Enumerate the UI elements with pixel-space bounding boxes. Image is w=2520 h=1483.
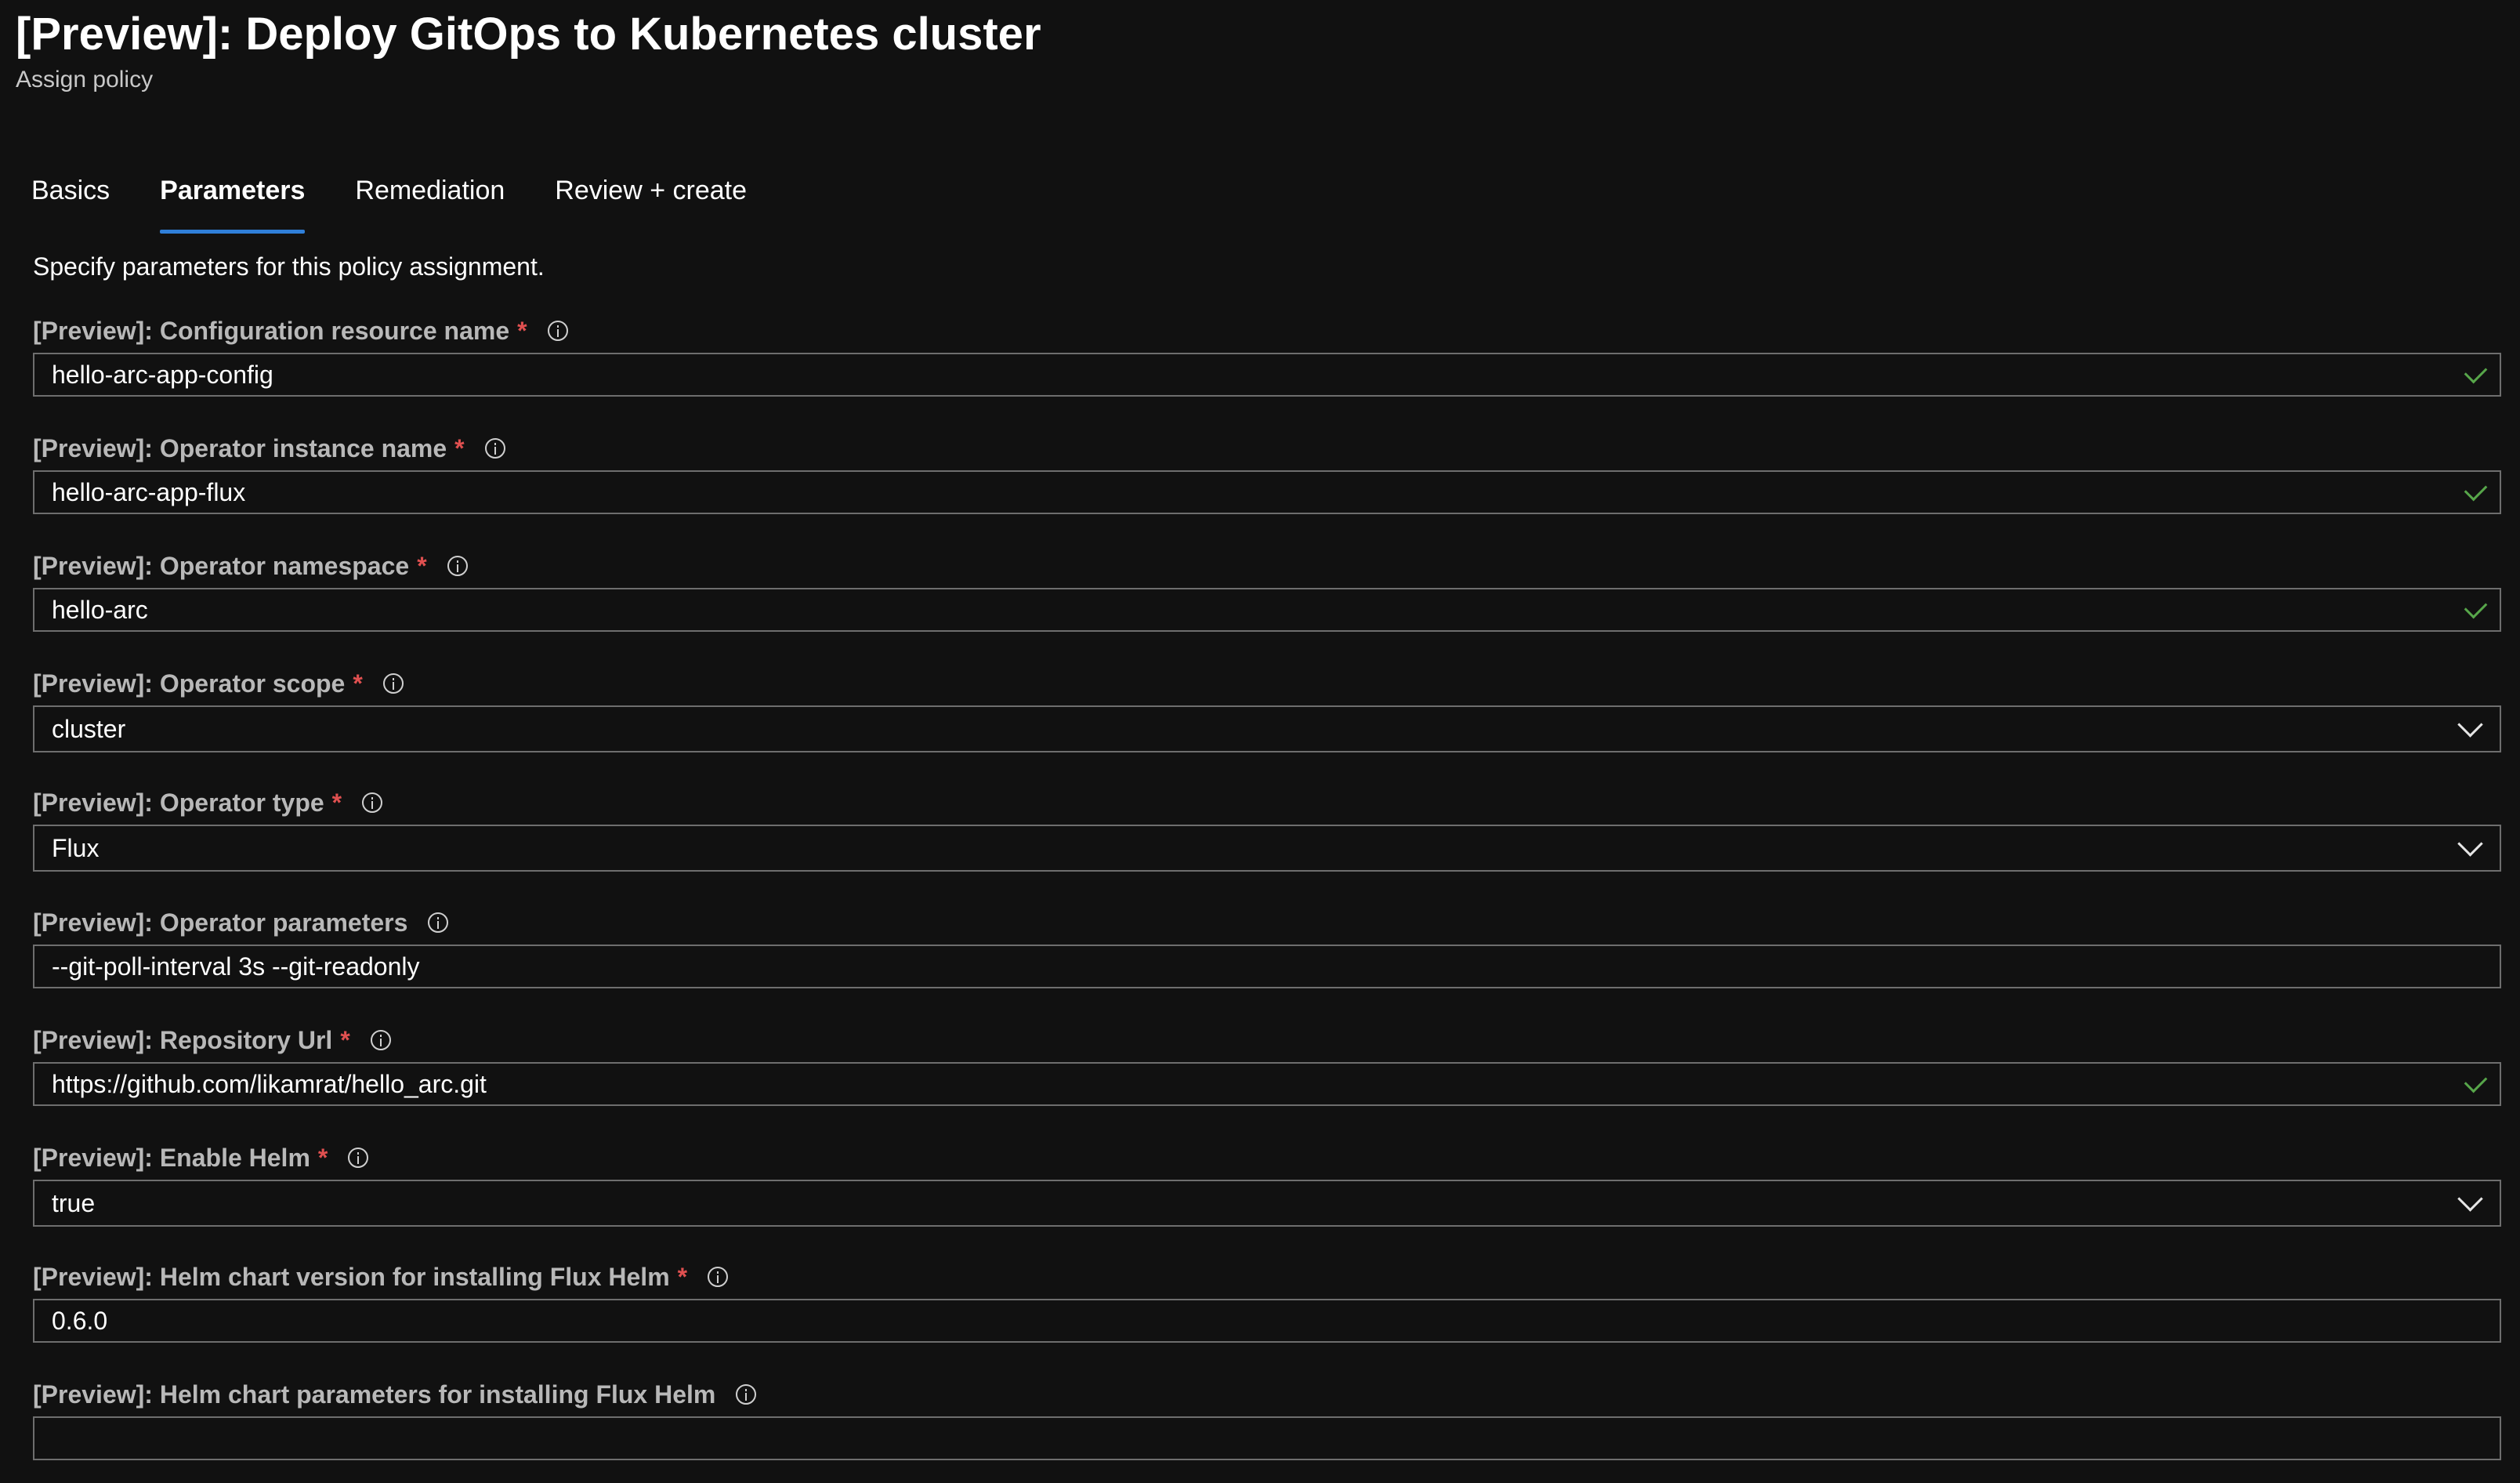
checkmark-icon — [2464, 595, 2488, 618]
input-value: --git-poll-interval 3s --git-readonly — [52, 952, 420, 981]
info-icon[interactable] — [362, 792, 383, 813]
required-marker: * — [340, 1026, 350, 1054]
info-icon[interactable] — [447, 556, 468, 576]
checkmark-icon — [2464, 360, 2488, 383]
tab-parameters[interactable]: Parameters — [160, 166, 306, 234]
required-marker: * — [331, 789, 342, 817]
field-operator-parameters: [Preview]: Operator parameters --git-pol… — [33, 905, 2501, 988]
info-icon[interactable] — [547, 321, 568, 341]
field-label: [Preview]: Configuration resource name — [33, 317, 510, 345]
info-icon[interactable] — [370, 1030, 391, 1050]
intro-text: Specify parameters for this policy assig… — [33, 252, 545, 281]
field-operator-scope: [Preview]: Operator scope * cluster — [33, 666, 2501, 752]
chevron-down-icon — [2457, 711, 2483, 738]
field-label: [Preview]: Helm chart parameters for ins… — [33, 1380, 716, 1409]
field-label: [Preview]: Helm chart version for instal… — [33, 1263, 670, 1291]
repository-url-input[interactable]: https://github.com/likamrat/hello_arc.gi… — [33, 1062, 2501, 1106]
tab-remediation[interactable]: Remediation — [355, 166, 505, 226]
field-label-row: [Preview]: Operator scope * — [33, 666, 2501, 701]
field-helm-chart-version: [Preview]: Helm chart version for instal… — [33, 1260, 2501, 1343]
dropdown-value: Flux — [52, 833, 100, 862]
field-label: [Preview]: Enable Helm — [33, 1144, 310, 1172]
page-title: [Preview]: Deploy GitOps to Kubernetes c… — [16, 9, 1041, 60]
info-icon[interactable] — [708, 1267, 729, 1287]
field-enable-helm: [Preview]: Enable Helm * true — [33, 1140, 2501, 1227]
tab-review-create[interactable]: Review + create — [555, 166, 747, 226]
page-header: [Preview]: Deploy GitOps to Kubernetes c… — [16, 3, 1041, 94]
field-label-row: [Preview]: Enable Helm * — [33, 1140, 2501, 1175]
field-label-row: [Preview]: Operator namespace * — [33, 549, 2501, 583]
configuration-resource-name-input[interactable]: hello-arc-app-config — [33, 353, 2501, 397]
field-label: [Preview]: Operator namespace — [33, 552, 410, 580]
field-label: [Preview]: Operator type — [33, 789, 324, 817]
helm-chart-version-input[interactable]: 0.6.0 — [33, 1299, 2501, 1343]
checkmark-icon — [2464, 477, 2488, 501]
required-marker: * — [454, 434, 465, 462]
field-label-row: [Preview]: Helm chart version for instal… — [33, 1260, 2501, 1294]
field-configuration-resource-name: [Preview]: Configuration resource name *… — [33, 314, 2501, 397]
chevron-down-icon — [2457, 1185, 2483, 1212]
helm-chart-parameters-input[interactable] — [33, 1416, 2501, 1460]
operator-parameters-input[interactable]: --git-poll-interval 3s --git-readonly — [33, 945, 2501, 988]
field-label: [Preview]: Operator scope — [33, 669, 346, 698]
field-label: [Preview]: Operator parameters — [33, 908, 408, 937]
wizard-tabs: Basics Parameters Remediation Review + c… — [31, 166, 797, 234]
field-label-row: [Preview]: Helm chart parameters for ins… — [33, 1377, 2501, 1412]
required-marker: * — [677, 1263, 688, 1291]
input-value: hello-arc-app-flux — [52, 477, 246, 506]
field-label: [Preview]: Repository Url — [33, 1026, 333, 1054]
input-value: hello-arc — [52, 595, 148, 624]
field-label-row: [Preview]: Configuration resource name * — [33, 314, 2501, 348]
tab-basics[interactable]: Basics — [31, 166, 110, 226]
field-operator-type: [Preview]: Operator type * Flux — [33, 785, 2501, 872]
info-icon[interactable] — [428, 912, 449, 933]
info-icon[interactable] — [348, 1148, 369, 1168]
dropdown-value: true — [52, 1188, 96, 1217]
field-operator-namespace: [Preview]: Operator namespace * hello-ar… — [33, 549, 2501, 632]
page-subtitle: Assign policy — [16, 67, 154, 92]
required-marker: * — [317, 1144, 328, 1172]
operator-type-dropdown[interactable]: Flux — [33, 825, 2501, 872]
field-label-row: [Preview]: Operator type * — [33, 785, 2501, 820]
field-label-row: [Preview]: Operator parameters — [33, 905, 2501, 940]
input-value: hello-arc-app-config — [52, 360, 273, 389]
operator-instance-name-input[interactable]: hello-arc-app-flux — [33, 470, 2501, 514]
required-marker: * — [417, 552, 427, 580]
required-marker: * — [517, 317, 527, 345]
info-icon[interactable] — [736, 1384, 757, 1405]
info-icon[interactable] — [382, 673, 404, 694]
checkmark-icon — [2464, 1069, 2488, 1093]
field-label-row: [Preview]: Operator instance name * — [33, 431, 2501, 466]
field-operator-instance-name: [Preview]: Operator instance name * hell… — [33, 431, 2501, 514]
dropdown-value: cluster — [52, 714, 126, 743]
operator-scope-dropdown[interactable]: cluster — [33, 705, 2501, 752]
operator-namespace-input[interactable]: hello-arc — [33, 588, 2501, 632]
enable-helm-dropdown[interactable]: true — [33, 1180, 2501, 1227]
input-value: https://github.com/likamrat/hello_arc.gi… — [52, 1069, 487, 1098]
field-helm-chart-parameters: [Preview]: Helm chart parameters for ins… — [33, 1377, 2501, 1460]
required-marker: * — [353, 669, 363, 698]
field-label-row: [Preview]: Repository Url * — [33, 1023, 2501, 1057]
field-label: [Preview]: Operator instance name — [33, 434, 447, 462]
input-value: 0.6.0 — [52, 1306, 108, 1335]
field-repository-url: [Preview]: Repository Url * https://gith… — [33, 1023, 2501, 1106]
info-icon[interactable] — [484, 438, 505, 459]
chevron-down-icon — [2457, 830, 2483, 857]
